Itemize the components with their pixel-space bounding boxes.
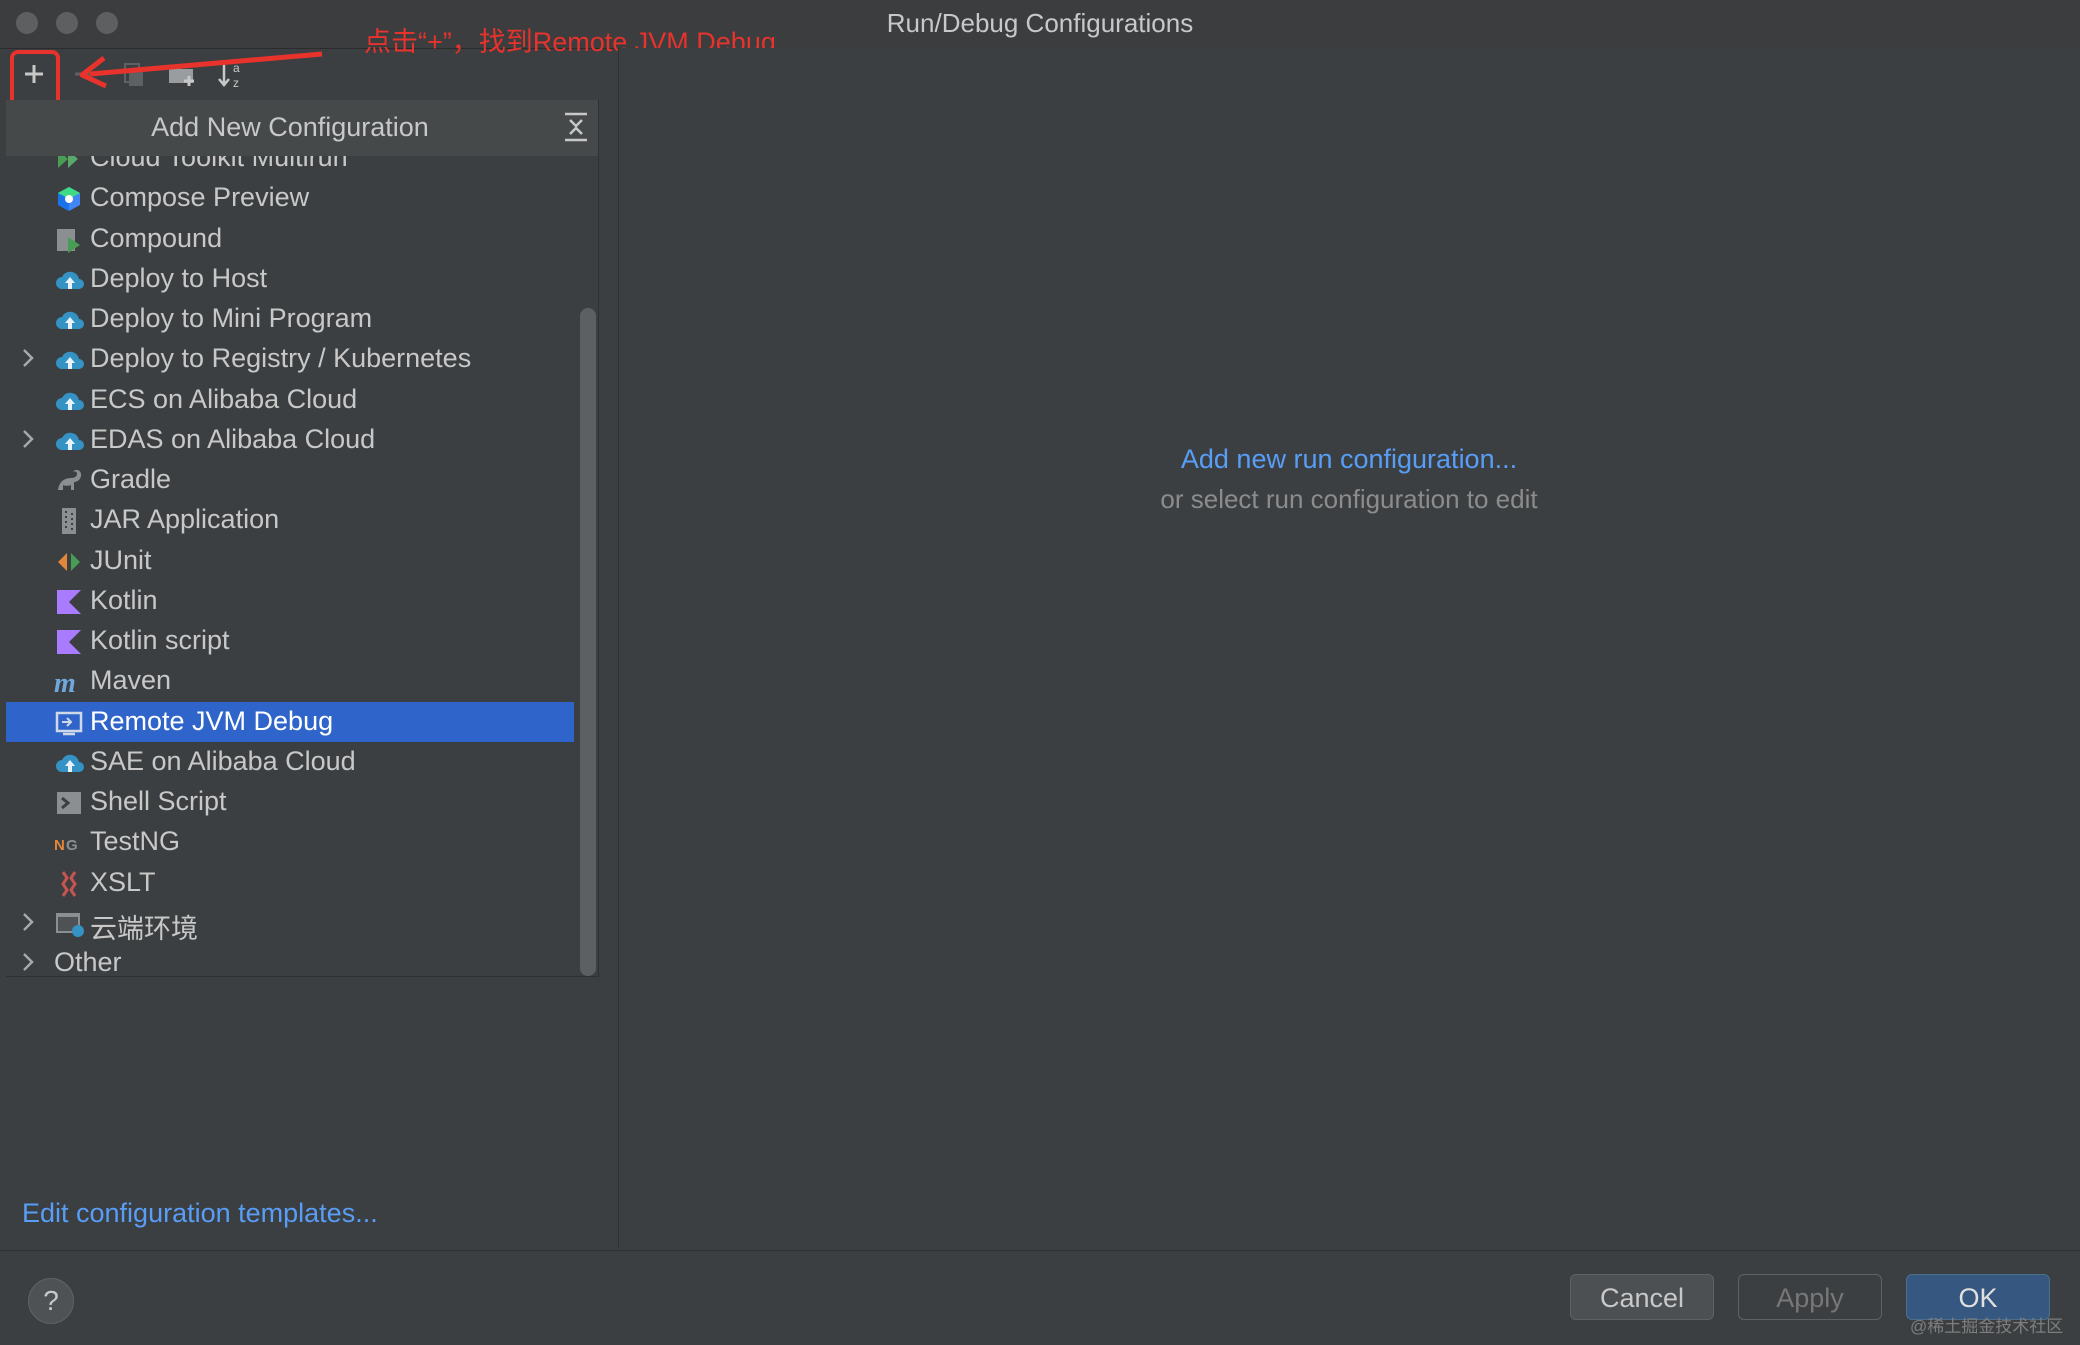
- gradle-icon: [54, 466, 84, 496]
- add-link-label[interactable]: Add new run configuration...: [1181, 444, 1517, 474]
- popup-header: Add New Configuration: [6, 100, 598, 156]
- annotation-arrow: [79, 51, 323, 89]
- svg-text:m: m: [54, 668, 76, 697]
- popup-title: Add New Configuration: [151, 112, 429, 142]
- svg-text:G: G: [66, 837, 78, 854]
- help-button[interactable]: ?: [28, 1278, 74, 1324]
- configuration-type-label: Cloud Toolkit Multirun: [90, 156, 348, 172]
- configuration-type-label: ECS on Alibaba Cloud: [90, 383, 358, 414]
- maven-icon: m: [54, 667, 84, 699]
- configuration-type-compound[interactable]: Compound: [6, 219, 574, 259]
- configuration-type-shell-script[interactable]: Shell Script: [6, 782, 574, 822]
- cancel-button[interactable]: Cancel: [1570, 1274, 1714, 1320]
- configuration-type-label: Gradle: [90, 464, 172, 494]
- chevron-right-icon[interactable]: [18, 427, 38, 451]
- apply-button[interactable]: Apply: [1738, 1274, 1882, 1320]
- configuration-type-deploy-to-host[interactable]: Deploy to Host: [6, 259, 574, 299]
- chevron-right-icon[interactable]: [18, 346, 38, 370]
- window-title: Run/Debug Configurations: [886, 8, 1194, 38]
- configuration-editor-panel: [619, 48, 2080, 1248]
- kotlin-icon: [54, 627, 84, 657]
- configuration-type-label: Compose Preview: [90, 182, 310, 213]
- configuration-type-sae-on-alibaba-cloud[interactable]: SAE on Alibaba Cloud: [6, 742, 574, 782]
- shell-script-icon: [54, 788, 84, 818]
- configuration-type-deploy-to-mini-program[interactable]: Deploy to Mini Program: [6, 299, 574, 339]
- chevron-right-icon[interactable]: [18, 950, 38, 974]
- configuration-type-ecs-on-alibaba-cloud[interactable]: ECS on Alibaba Cloud: [6, 380, 574, 420]
- compose-preview-icon: [54, 184, 84, 214]
- configuration-type-label: Deploy to Host: [90, 262, 268, 293]
- configuration-type-label: Maven: [90, 665, 172, 696]
- configuration-type-kotlin[interactable]: Kotlin: [6, 581, 574, 621]
- collapse-all-icon[interactable]: [562, 110, 590, 144]
- configuration-type-testng[interactable]: N G TestNG: [6, 822, 574, 862]
- configuration-type-other[interactable]: Other: [6, 943, 574, 976]
- watermark: @稀土掘金技术社区: [1910, 1317, 2064, 1336]
- configuration-type-jar-application[interactable]: JAR Application: [6, 500, 574, 540]
- configuration-type-label: JUnit: [90, 544, 152, 575]
- configuration-type-list[interactable]: Cloud Toolkit Multirun Compose Preview Com…: [6, 156, 574, 976]
- alibaba-cloud-icon: [54, 426, 84, 456]
- alibaba-cloud-icon: [54, 748, 84, 778]
- alibaba-cloud-icon: [54, 386, 84, 416]
- alibaba-cloud-icon: [54, 305, 84, 335]
- cloud-environment-icon: [54, 909, 84, 939]
- configuration-type-label: Kotlin script: [90, 625, 230, 655]
- configuration-type-compose-preview[interactable]: Compose Preview: [6, 178, 574, 218]
- scrollbar-thumb[interactable]: [580, 308, 596, 976]
- configuration-type-label: Deploy to Mini Program: [90, 303, 373, 333]
- configuration-type-deploy-to-registry-kubernetes[interactable]: Deploy to Registry / Kubernetes: [6, 339, 574, 379]
- configuration-type-label: TestNG: [90, 826, 181, 857]
- configuration-type-label: JAR Application: [90, 504, 280, 535]
- junit-icon: [54, 547, 84, 577]
- configuration-type-maven[interactable]: m Maven: [6, 661, 574, 701]
- configuration-type-label: Other: [54, 947, 122, 976]
- configuration-type-label: Remote JVM Debug: [90, 705, 334, 736]
- configuration-type-cloud-toolkit-multirun[interactable]: Cloud Toolkit Multirun: [6, 156, 574, 178]
- configuration-type-xslt[interactable]: XSLT: [6, 863, 574, 903]
- alibaba-cloud-icon: [54, 265, 84, 295]
- configuration-type-item-19[interactable]: 云端环境: [6, 903, 574, 944]
- configuration-type-label: SAE on Alibaba Cloud: [90, 745, 356, 776]
- panel-divider[interactable]: [618, 48, 619, 1248]
- jar-application-icon: [54, 506, 84, 536]
- compound-icon: [54, 225, 84, 255]
- configuration-type-gradle[interactable]: Gradle: [6, 460, 574, 500]
- xslt-icon: [54, 869, 84, 899]
- add-new-configuration-popup: Add New Configuration Cloud Toolkit Mult…: [6, 100, 599, 977]
- edit-configuration-templates-link[interactable]: Edit configuration templates...: [22, 1198, 378, 1229]
- cloud-toolkit-multirun-icon: [54, 156, 84, 174]
- configuration-type-junit[interactable]: JUnit: [6, 541, 574, 581]
- empty-state-hint: or select run configuration to edit: [1160, 484, 1538, 514]
- configuration-type-kotlin-script[interactable]: Kotlin script: [6, 621, 574, 661]
- chevron-right-icon[interactable]: [18, 910, 38, 934]
- configuration-type-label: Shell Script: [90, 786, 227, 816]
- configuration-type-label: Deploy to Registry / Kubernetes: [90, 343, 472, 374]
- configuration-type-label: EDAS on Alibaba Cloud: [90, 423, 376, 454]
- configuration-type-label: Compound: [90, 222, 223, 253]
- configuration-type-label: Kotlin: [90, 584, 158, 615]
- remote-jvm-debug-icon: [54, 708, 84, 738]
- configuration-type-edas-on-alibaba-cloud[interactable]: EDAS on Alibaba Cloud: [6, 420, 574, 460]
- configuration-type-label: XSLT: [90, 866, 156, 897]
- svg-text:N: N: [54, 837, 65, 854]
- alibaba-cloud-icon: [54, 345, 84, 375]
- add-new-run-configuration-link[interactable]: Add new run configuration...: [619, 444, 2079, 475]
- testng-icon: NG: [54, 828, 84, 858]
- kotlin-icon: [54, 587, 84, 617]
- configuration-type-remote-jvm-debug[interactable]: Remote JVM Debug: [6, 701, 574, 742]
- configuration-type-label: 云端环境: [90, 913, 198, 944]
